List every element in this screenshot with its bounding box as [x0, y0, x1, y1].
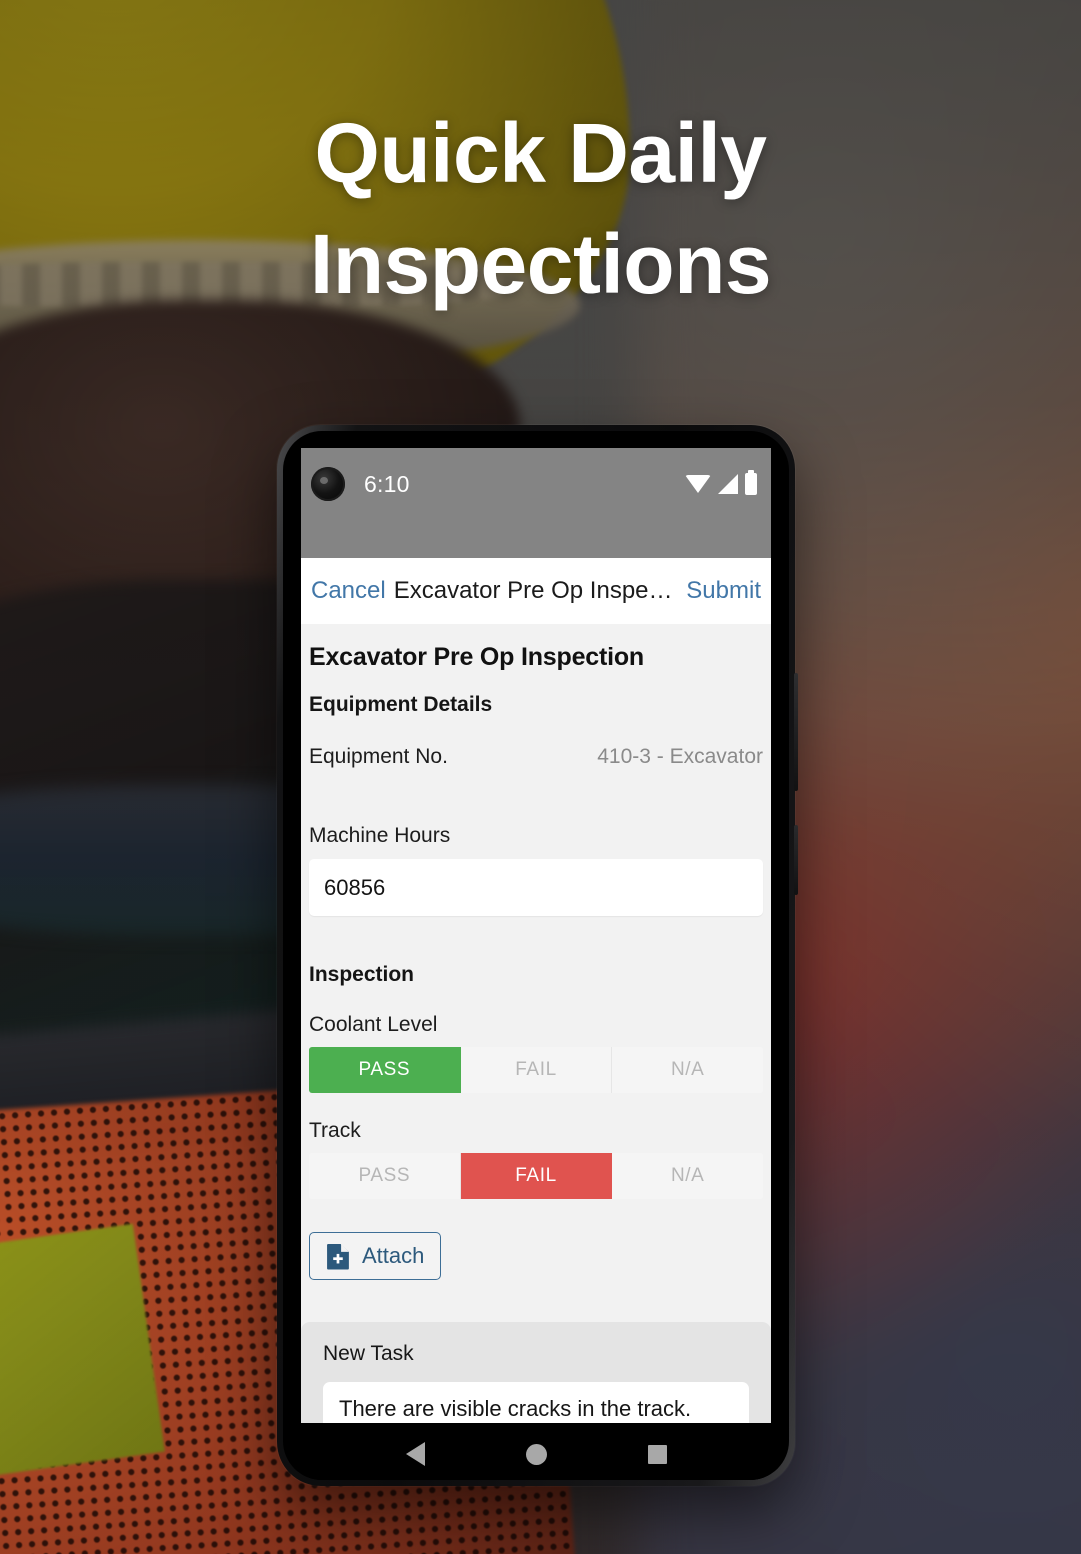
phone-bezel: 6:10 Cancel Excavator Pre Op Inspecti… S… — [283, 431, 789, 1480]
home-circle-icon[interactable] — [525, 1443, 547, 1465]
inspection-heading: Inspection — [309, 963, 415, 986]
phone-screen: 6:10 Cancel Excavator Pre Op Inspecti… S… — [301, 448, 771, 1423]
hero-headline-line-2: Inspections — [309, 216, 772, 311]
new-task-card: New Task There are visible cracks in the… — [301, 1322, 771, 1423]
inspection-form: Excavator Pre Op Inspection Equipment De… — [301, 624, 771, 1423]
file-add-icon — [327, 1243, 349, 1269]
phone-volume-button[interactable] — [794, 825, 798, 895]
attach-button[interactable]: Attach — [309, 1232, 442, 1280]
track-pass-option[interactable]: PASS — [309, 1153, 461, 1199]
battery-icon — [745, 470, 757, 495]
status-bar-filler — [301, 520, 771, 558]
new-task-title: New Task — [323, 1342, 414, 1365]
status-bar: 6:10 — [301, 448, 771, 520]
android-navigation-bar — [301, 1423, 771, 1480]
attach-button-label: Attach — [362, 1243, 425, 1268]
phone-power-button[interactable] — [794, 673, 798, 791]
cancel-button[interactable]: Cancel — [311, 577, 386, 605]
track-label: Track — [309, 1119, 361, 1142]
machine-hours-label: Machine Hours — [309, 824, 451, 847]
equipment-no-row[interactable]: Equipment No. 410-3 - Excavator — [309, 717, 763, 769]
coolant-level-fail-option[interactable]: FAIL — [460, 1047, 613, 1093]
track-segmented-control: PASS FAIL N/A — [309, 1153, 763, 1199]
wifi-icon — [685, 475, 711, 493]
coolant-level-pass-option[interactable]: PASS — [309, 1047, 461, 1093]
equipment-details-heading: Equipment Details — [309, 693, 493, 716]
machine-hours-input[interactable]: 60856 — [309, 859, 763, 916]
cellular-signal-icon — [718, 474, 738, 494]
track-na-option[interactable]: N/A — [612, 1153, 763, 1199]
submit-button[interactable]: Submit — [686, 577, 761, 605]
phone-mockup: 6:10 Cancel Excavator Pre Op Inspecti… S… — [277, 425, 798, 1486]
back-triangle-icon[interactable] — [405, 1442, 425, 1466]
form-title: Excavator Pre Op Inspection — [309, 643, 644, 671]
page-title: Excavator Pre Op Inspecti… — [393, 577, 687, 604]
hero-headline: Quick Daily Inspections — [0, 98, 1081, 320]
new-task-description-input[interactable]: There are visible cracks in the track. — [323, 1382, 749, 1423]
equipment-no-value: 410-3 - Excavator — [597, 745, 763, 768]
status-bar-icons — [685, 470, 757, 495]
coolant-level-na-option[interactable]: N/A — [612, 1047, 763, 1093]
hero-headline-line-1: Quick Daily — [314, 106, 767, 200]
coolant-level-segmented-control: PASS FAIL N/A — [309, 1047, 763, 1093]
track-fail-option[interactable]: FAIL — [460, 1153, 613, 1199]
app-nav-bar: Cancel Excavator Pre Op Inspecti… Submit — [301, 558, 771, 624]
front-camera-punch-hole — [311, 467, 345, 501]
coolant-level-label: Coolant Level — [309, 1013, 438, 1036]
equipment-no-label: Equipment No. — [309, 745, 448, 768]
recents-square-icon[interactable] — [647, 1444, 667, 1464]
status-bar-time: 6:10 — [364, 470, 410, 497]
